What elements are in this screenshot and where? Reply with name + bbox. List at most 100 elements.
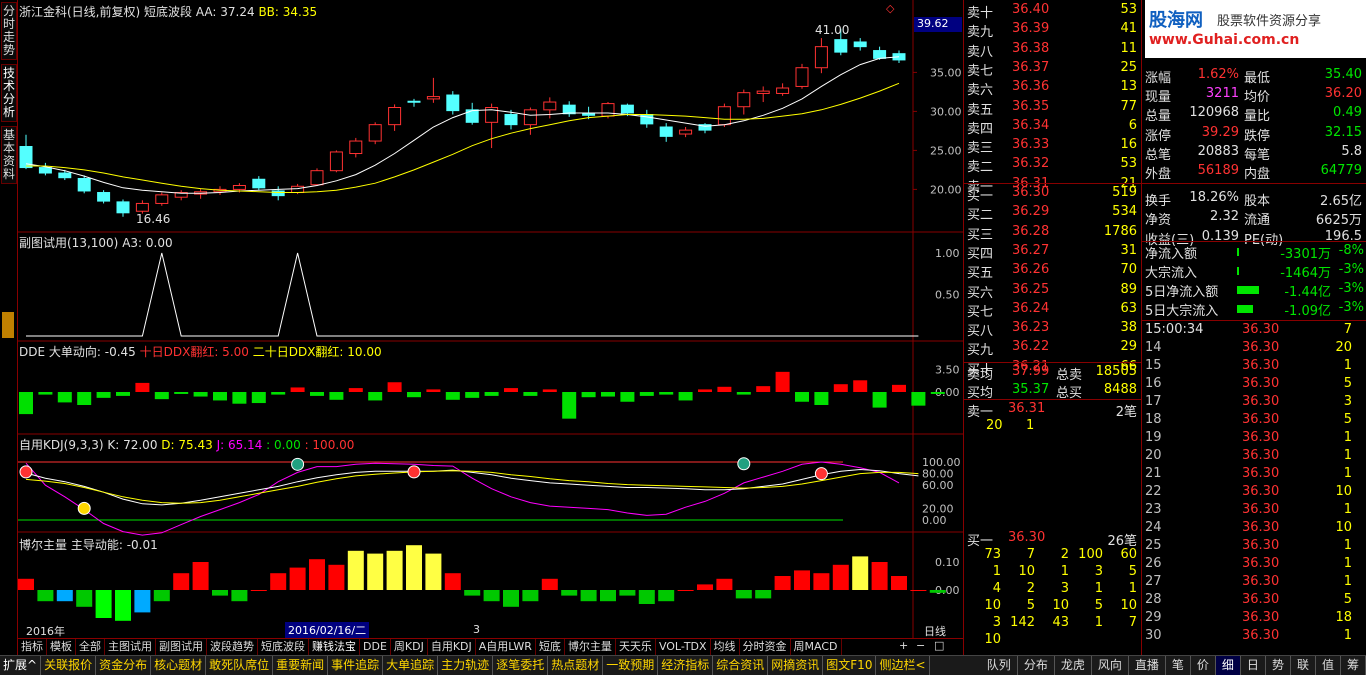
indicator-tab[interactable]: 博尔主量 bbox=[565, 639, 616, 655]
indicator-tab[interactable]: 副图试用 bbox=[156, 639, 207, 655]
bottom-tab[interactable]: 图文F10 bbox=[823, 656, 877, 675]
indicator-tab[interactable]: 赚钱法宝 bbox=[309, 639, 360, 655]
candle-body bbox=[426, 96, 440, 100]
vtab-technical[interactable]: 技术分析 bbox=[1, 64, 17, 122]
price-axis-label: 30.00 bbox=[930, 105, 962, 118]
bor-bar bbox=[231, 590, 248, 602]
bottom-tab[interactable]: 一致预期 bbox=[603, 656, 659, 675]
candle-body bbox=[58, 172, 72, 179]
tick-time: 30 bbox=[1145, 628, 1162, 643]
indicator-tab[interactable]: 短底 bbox=[536, 639, 565, 655]
queue-item: 43 bbox=[1052, 615, 1069, 630]
tick-volume: 10 bbox=[1335, 484, 1352, 499]
bottom-tab[interactable]: 事件追踪 bbox=[328, 656, 384, 675]
bor-bar bbox=[270, 573, 287, 590]
tick-time: 17 bbox=[1145, 394, 1162, 409]
bid-price: 36.23 bbox=[1012, 320, 1050, 336]
indicator-tab[interactable]: 指标 bbox=[18, 639, 47, 655]
quote-separator bbox=[1142, 320, 1366, 321]
stat-label: 每笔 bbox=[1244, 147, 1271, 163]
bor-bar bbox=[580, 590, 597, 602]
vtab-intraday[interactable]: 分时走势 bbox=[1, 2, 17, 60]
indicator-tab[interactable]: VOL-TDX bbox=[656, 639, 711, 655]
indicator-tab[interactable]: 全部 bbox=[76, 639, 105, 655]
stat-value: 20883 bbox=[1197, 143, 1239, 159]
right-tab[interactable]: 日 bbox=[1241, 656, 1266, 675]
queue-item: 1 bbox=[1094, 615, 1103, 630]
bottom-tab[interactable]: 经济指标 bbox=[658, 656, 714, 675]
bottom-tab[interactable]: 核心题材 bbox=[151, 656, 207, 675]
bottom-tab[interactable]: 敢死队席位 bbox=[206, 656, 274, 675]
zoom-out-icon[interactable]: − bbox=[916, 639, 925, 652]
flow-row: 大宗流入 -1464万 -3% bbox=[1142, 262, 1366, 281]
diamond-icon[interactable]: ◇ bbox=[886, 2, 894, 15]
bottom-tab[interactable]: 热点题材 bbox=[548, 656, 604, 675]
bid-row: 买五 36.26 70 bbox=[964, 262, 1141, 281]
right-tab[interactable]: 联 bbox=[1291, 656, 1316, 675]
stat-value: 0.49 bbox=[1333, 105, 1362, 121]
ask-label: 卖三 bbox=[967, 141, 994, 157]
bottom-tab[interactable]: 大单追踪 bbox=[383, 656, 439, 675]
indicator-tab[interactable]: 天天乐 bbox=[616, 639, 656, 655]
right-tab[interactable]: 细 bbox=[1215, 656, 1241, 675]
indicator-tab[interactable]: 周KDJ bbox=[391, 639, 428, 655]
indicator-tab[interactable]: 分时资金 bbox=[740, 639, 791, 655]
bottom-tab[interactable]: 主力轨迹 bbox=[438, 656, 494, 675]
kdj-axis-label: 60.00 bbox=[922, 479, 954, 492]
indicator-tab[interactable]: DDE bbox=[360, 639, 391, 655]
avg-sell-row: 卖均 37.99 总卖 18505 bbox=[964, 364, 1141, 383]
bor-bar bbox=[813, 573, 830, 590]
right-tab[interactable]: 风向 bbox=[1092, 656, 1129, 675]
bottom-tab[interactable]: 关联报价 bbox=[41, 656, 97, 675]
indicator-tab[interactable]: 短底波段 bbox=[258, 639, 309, 655]
bor-bar bbox=[561, 590, 578, 596]
kdj-j: J: 65.14 bbox=[216, 438, 263, 452]
dde-bar bbox=[174, 392, 189, 394]
bid-volume: 31 bbox=[1120, 242, 1137, 258]
bottom-tab[interactable]: 扩展^ bbox=[0, 656, 42, 675]
right-tab[interactable]: 队列 bbox=[981, 656, 1018, 675]
zoom-in-icon[interactable]: + bbox=[899, 639, 908, 652]
bottom-tab[interactable]: 逐笔委托 bbox=[493, 656, 549, 675]
bottom-tab[interactable]: 重要新闻 bbox=[273, 656, 329, 675]
side-expand-handle[interactable] bbox=[2, 312, 14, 338]
right-tab[interactable]: 龙虎 bbox=[1055, 656, 1092, 675]
bottom-tab[interactable]: 综合资讯 bbox=[713, 656, 769, 675]
ask-price: 36.36 bbox=[1012, 79, 1050, 95]
bor-bar bbox=[309, 559, 325, 590]
right-tab[interactable]: 价 bbox=[1191, 656, 1216, 675]
queue-item: 5 bbox=[1026, 598, 1035, 613]
right-tab[interactable]: 笔 bbox=[1166, 656, 1191, 675]
tick-volume: 1 bbox=[1343, 502, 1352, 517]
vtab-fundamentals[interactable]: 基本资料 bbox=[1, 126, 17, 184]
indicator-tab[interactable]: 自用KDJ bbox=[428, 639, 476, 655]
right-tab[interactable]: 值 bbox=[1316, 656, 1341, 675]
tick-time: 19 bbox=[1145, 430, 1162, 445]
right-tab[interactable]: 直播 bbox=[1129, 656, 1166, 675]
right-tab[interactable]: 筹 bbox=[1341, 656, 1366, 675]
tick-price: 36.30 bbox=[1242, 466, 1280, 481]
bottom-tab[interactable]: 资金分布 bbox=[96, 656, 152, 675]
ask-price: 36.34 bbox=[1012, 117, 1050, 133]
close-icon[interactable]: □ bbox=[934, 639, 944, 652]
stat-value: 64779 bbox=[1320, 163, 1362, 178]
indicator-tab[interactable]: 模板 bbox=[47, 639, 76, 655]
indicator-tab[interactable]: 周MACD bbox=[791, 639, 842, 655]
indicator-tab[interactable]: 波段趋势 bbox=[207, 639, 258, 655]
bottom-tab[interactable]: 网摘资讯 bbox=[768, 656, 824, 675]
stat-row: 涨幅 1.62% 最低 35.40 bbox=[1142, 67, 1366, 86]
bottom-tab[interactable]: 侧边栏< bbox=[876, 656, 930, 675]
dde-ten-day: 十日DDX翻红: 5.00 bbox=[139, 345, 249, 359]
indicator-tab[interactable]: 主图试用 bbox=[105, 639, 156, 655]
tick-time: 25 bbox=[1145, 538, 1162, 553]
bid-price: 36.26 bbox=[1012, 262, 1050, 278]
ask-row: 卖十 36.40 53 bbox=[964, 2, 1141, 21]
tick-time: 18 bbox=[1145, 412, 1162, 427]
queue-item: 2 bbox=[1060, 547, 1069, 562]
right-tab[interactable]: 分布 bbox=[1018, 656, 1055, 675]
bid-row: 买一 36.30 519 bbox=[964, 185, 1141, 204]
indicator-tab[interactable]: A自用LWR bbox=[476, 639, 536, 655]
right-tab[interactable]: 势 bbox=[1266, 656, 1291, 675]
stat-value: 2.32 bbox=[1210, 209, 1239, 225]
indicator-tab[interactable]: 均线 bbox=[711, 639, 740, 655]
